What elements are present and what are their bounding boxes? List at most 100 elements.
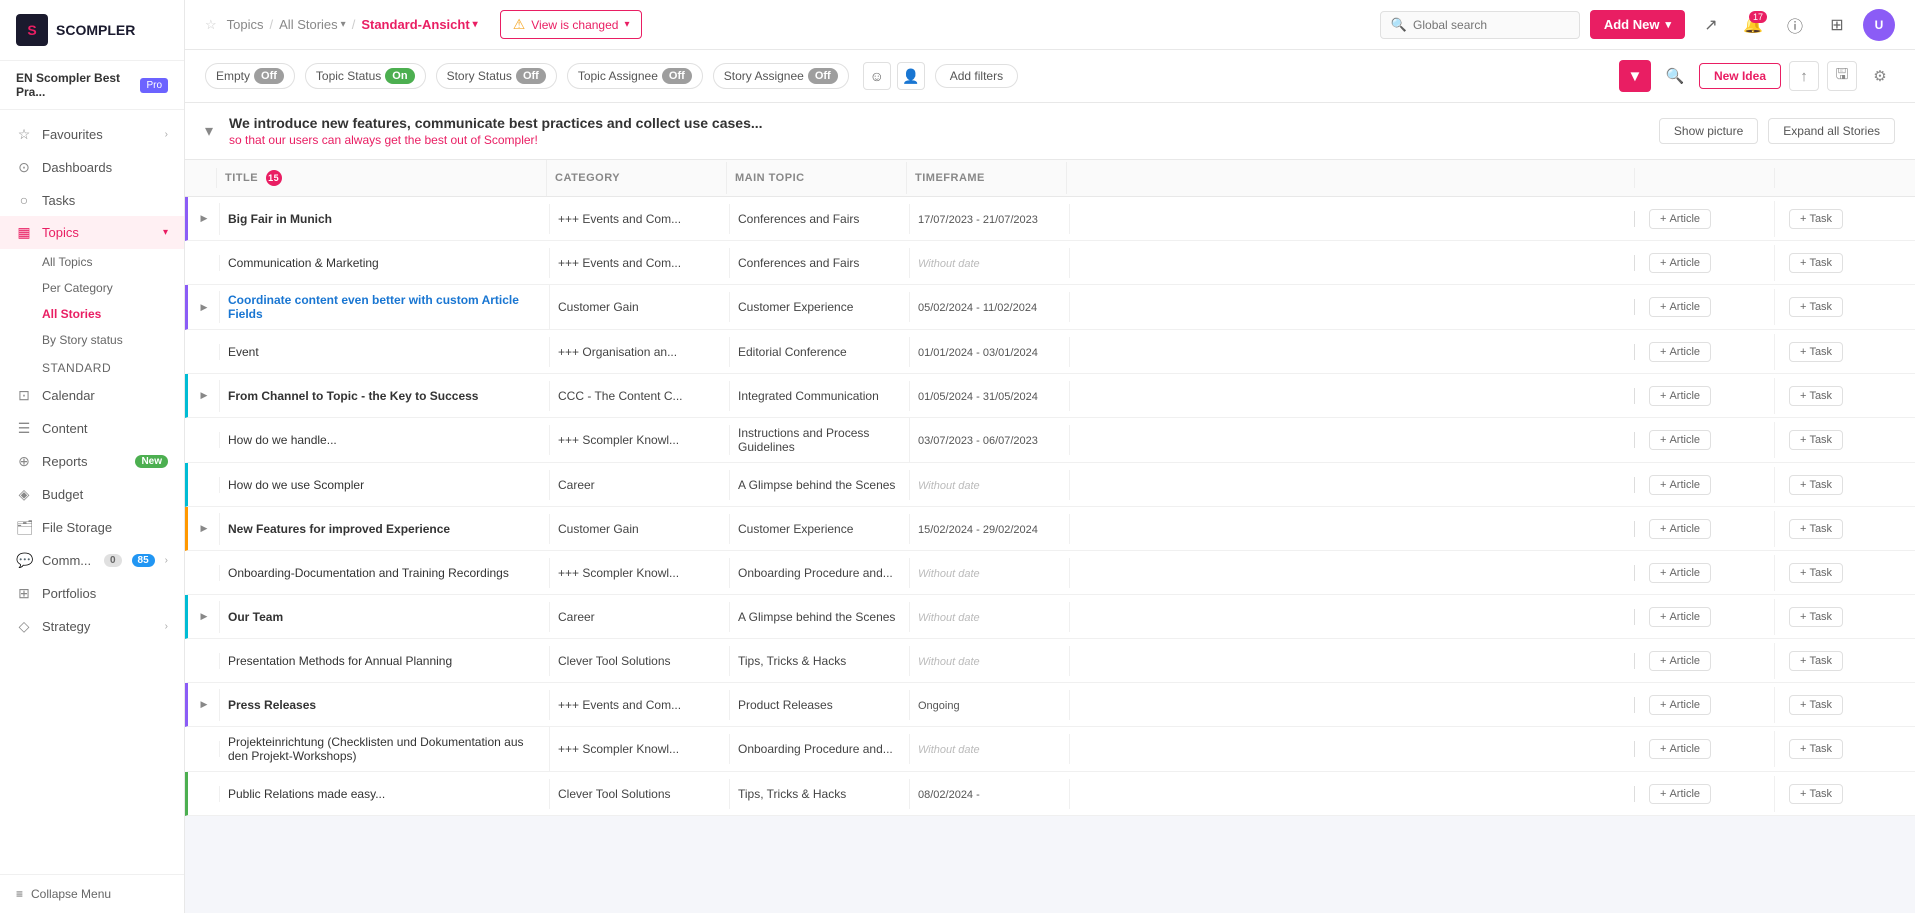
row-title[interactable]: Projekteinrichtung (Checklisten und Doku… <box>228 735 524 763</box>
mission-toggle-icon[interactable]: ▾ <box>205 121 213 141</box>
collapse-menu-btn[interactable]: ≡ Collapse Menu <box>0 874 184 913</box>
add-task-btn[interactable]: + Task <box>1789 386 1843 406</box>
search-input[interactable] <box>1413 18 1569 32</box>
add-article-btn[interactable]: + Article <box>1649 607 1711 627</box>
sidebar-item-dashboards[interactable]: ⊙ Dashboards <box>0 151 184 184</box>
expand-icon[interactable]: ▶ <box>196 388 212 404</box>
person-icon-btn[interactable]: 👤 <box>897 62 925 90</box>
add-article-btn[interactable]: + Article <box>1649 209 1711 229</box>
add-task-btn[interactable]: + Task <box>1789 430 1843 450</box>
share-btn[interactable]: ↑ <box>1789 61 1819 91</box>
add-article-btn[interactable]: + Article <box>1649 739 1711 759</box>
add-task-btn[interactable]: + Task <box>1789 342 1843 362</box>
filter-topic-status-toggle[interactable]: On <box>385 68 414 84</box>
add-task-btn[interactable]: + Task <box>1789 695 1843 715</box>
add-article-btn[interactable]: + Article <box>1649 784 1711 804</box>
sidebar-item-content[interactable]: ☰ Content <box>0 412 184 445</box>
save-btn[interactable]: 🖫 <box>1827 61 1857 91</box>
sidebar-item-strategy[interactable]: ◇ Strategy › <box>0 610 184 643</box>
filter-topic-assignee-toggle[interactable]: Off <box>662 68 692 84</box>
add-article-btn[interactable]: + Article <box>1649 563 1711 583</box>
add-article-btn[interactable]: + Article <box>1649 651 1711 671</box>
row-title[interactable]: New Features for improved Experience <box>228 522 450 536</box>
row-title[interactable]: Event <box>228 345 259 359</box>
info-btn[interactable]: ⓘ <box>1779 9 1811 41</box>
add-task-btn[interactable]: + Task <box>1789 563 1843 583</box>
sidebar-item-all-stories[interactable]: All Stories <box>42 301 184 327</box>
add-article-btn[interactable]: + Article <box>1649 430 1711 450</box>
add-new-button[interactable]: Add New ▾ <box>1590 10 1685 39</box>
expand-icon[interactable]: ▶ <box>196 211 212 227</box>
add-article-btn[interactable]: + Article <box>1649 475 1711 495</box>
row-title[interactable]: Communication & Marketing <box>228 256 379 270</box>
sidebar-item-tasks[interactable]: ○ Tasks <box>0 184 184 216</box>
row-title[interactable]: Presentation Methods for Annual Planning <box>228 654 452 668</box>
row-title[interactable]: From Channel to Topic - the Key to Succe… <box>228 389 478 403</box>
sidebar-item-comms[interactable]: 💬 Comm... 0 85 › <box>0 544 184 577</box>
filter-active-btn[interactable]: ▼ <box>1619 60 1651 92</box>
workspace-row[interactable]: EN Scompler Best Pra... Pro <box>0 61 184 110</box>
add-task-btn[interactable]: + Task <box>1789 651 1843 671</box>
add-task-btn[interactable]: + Task <box>1789 297 1843 317</box>
expand-icon[interactable]: ▶ <box>196 609 212 625</box>
sidebar-item-portfolios[interactable]: ⊞ Portfolios <box>0 577 184 610</box>
add-article-btn[interactable]: + Article <box>1649 695 1711 715</box>
expand-all-btn[interactable]: Expand all Stories <box>1768 118 1895 144</box>
row-title[interactable]: How do we handle... <box>228 433 337 447</box>
row-title[interactable]: Our Team <box>228 610 283 624</box>
add-task-btn[interactable]: + Task <box>1789 253 1843 273</box>
row-title[interactable]: How do we use Scompler <box>228 478 364 492</box>
add-article-btn[interactable]: + Article <box>1649 297 1711 317</box>
row-title[interactable]: Onboarding-Documentation and Training Re… <box>228 566 509 580</box>
view-changed-btn[interactable]: ⚠ View is changed ▾ <box>500 10 643 39</box>
face-icon-btn[interactable]: ☺ <box>863 62 891 90</box>
td-expand[interactable]: ▶ <box>188 601 220 633</box>
grid-btn[interactable]: ⊞ <box>1821 9 1853 41</box>
notifications-btn[interactable]: 🔔 17 <box>1737 9 1769 41</box>
add-task-btn[interactable]: + Task <box>1789 209 1843 229</box>
filter-empty[interactable]: Empty Off <box>205 63 295 89</box>
filter-story-assignee-toggle[interactable]: Off <box>808 68 838 84</box>
filter-story-status-toggle[interactable]: Off <box>516 68 546 84</box>
td-expand[interactable]: ▶ <box>188 291 220 323</box>
breadcrumb-all-stories[interactable]: All Stories ▾ <box>279 17 346 32</box>
filter-topic-status[interactable]: Topic Status On <box>305 63 426 89</box>
expand-icon[interactable]: ▶ <box>196 521 212 537</box>
filter-story-status[interactable]: Story Status Off <box>436 63 557 89</box>
settings-btn[interactable]: ⚙ <box>1865 61 1895 91</box>
show-picture-btn[interactable]: Show picture <box>1659 118 1758 144</box>
filter-story-assignee[interactable]: Story Assignee Off <box>713 63 849 89</box>
sidebar-item-topics[interactable]: ▦ Topics ▾ <box>0 216 184 249</box>
row-title[interactable]: Big Fair in Munich <box>228 212 332 226</box>
sidebar-item-by-story-status[interactable]: By Story status <box>42 327 184 353</box>
add-task-btn[interactable]: + Task <box>1789 784 1843 804</box>
row-title[interactable]: Coordinate content even better with cust… <box>228 293 519 321</box>
sidebar-item-per-category[interactable]: Per Category <box>42 275 184 301</box>
expand-icon[interactable]: ▶ <box>196 697 212 713</box>
breadcrumb-topics[interactable]: Topics <box>227 17 264 32</box>
add-task-btn[interactable]: + Task <box>1789 739 1843 759</box>
breadcrumb-current[interactable]: Standard-Ansicht ▾ <box>361 17 477 32</box>
expand-icon[interactable]: ▶ <box>196 299 212 315</box>
td-expand[interactable]: ▶ <box>188 380 220 412</box>
sidebar-item-budget[interactable]: ◈ Budget <box>0 478 184 511</box>
add-article-btn[interactable]: + Article <box>1649 519 1711 539</box>
sidebar-item-calendar[interactable]: ⊡ Calendar <box>0 379 184 412</box>
td-expand[interactable]: ▶ <box>188 513 220 545</box>
sidebar-item-favourites[interactable]: ☆ Favourites › <box>0 118 184 151</box>
new-idea-btn[interactable]: New Idea <box>1699 63 1781 89</box>
filter-search-btn[interactable]: 🔍 <box>1659 60 1691 92</box>
add-filters-btn[interactable]: Add filters <box>935 64 1018 88</box>
mission-subtitle-link[interactable]: users <box>289 133 318 147</box>
sidebar-item-file-storage[interactable]: 🗂 File Storage <box>0 511 184 544</box>
favourite-star-icon[interactable]: ☆ <box>205 17 217 33</box>
add-article-btn[interactable]: + Article <box>1649 253 1711 273</box>
filter-empty-toggle[interactable]: Off <box>254 68 284 84</box>
add-task-btn[interactable]: + Task <box>1789 519 1843 539</box>
filter-topic-assignee[interactable]: Topic Assignee Off <box>567 63 703 89</box>
user-avatar[interactable]: U <box>1863 9 1895 41</box>
export-btn[interactable]: ↗ <box>1695 9 1727 41</box>
td-expand[interactable]: ▶ <box>188 203 220 235</box>
add-task-btn[interactable]: + Task <box>1789 475 1843 495</box>
search-box[interactable]: 🔍 <box>1380 11 1580 39</box>
